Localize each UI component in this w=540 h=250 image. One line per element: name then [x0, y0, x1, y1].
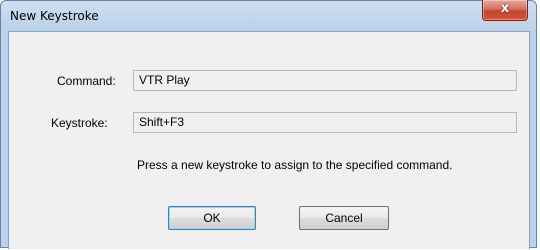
keystroke-label: Keystroke:: [51, 116, 108, 130]
command-field: VTR Play: [133, 70, 517, 91]
title-bar[interactable]: New Keystroke x: [1, 0, 536, 32]
dialog-body: Command: VTR Play Keystroke: Shift+F3 Pr…: [8, 31, 530, 249]
cancel-button[interactable]: Cancel: [299, 206, 389, 230]
instruction-text: Press a new keystroke to assign to the s…: [137, 158, 453, 172]
keystroke-field[interactable]: Shift+F3: [133, 112, 517, 133]
command-label: Command:: [57, 74, 116, 88]
window-title: New Keystroke: [10, 9, 99, 23]
close-icon: x: [500, 1, 510, 16]
dialog-window: New Keystroke x Command: VTR Play Keystr…: [0, 0, 537, 249]
ok-button[interactable]: OK: [168, 206, 256, 230]
close-button[interactable]: x: [482, 0, 528, 21]
